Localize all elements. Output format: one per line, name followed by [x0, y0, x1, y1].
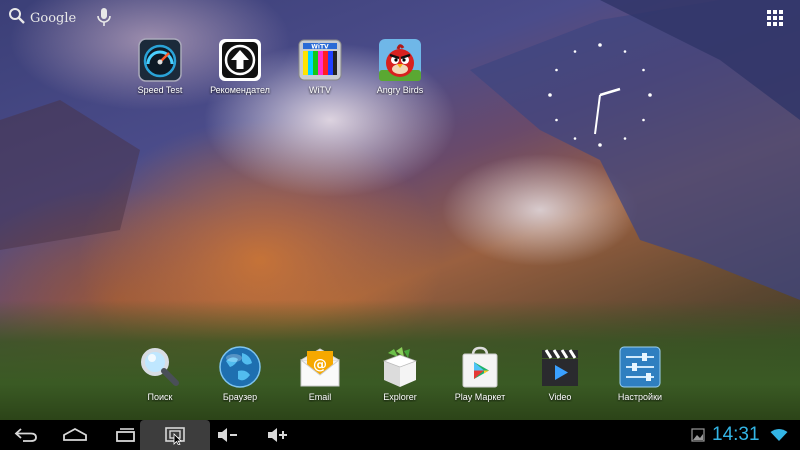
- video-clapper-icon: [538, 345, 582, 389]
- app-witv[interactable]: WiTV WiTV: [280, 38, 360, 95]
- app-play-market[interactable]: Play Маркет: [440, 345, 520, 402]
- back-button[interactable]: [6, 420, 46, 450]
- play-store-icon: [458, 345, 502, 389]
- back-arrow-icon: [14, 428, 37, 442]
- home-icon: [63, 427, 87, 441]
- status-clock[interactable]: 14:31: [712, 424, 760, 446]
- recent-apps-icon: [116, 428, 135, 442]
- svg-text:WiTV: WiTV: [311, 44, 329, 51]
- volume-down-icon: [218, 428, 237, 442]
- google-search-bar[interactable]: Google: [8, 6, 76, 30]
- globe-icon: [218, 345, 262, 389]
- recent-apps-button[interactable]: [105, 420, 145, 450]
- volume-up-icon: [268, 428, 287, 442]
- volume-up-button[interactable]: [262, 420, 292, 450]
- screenshot-icon: [165, 427, 185, 445]
- app-angry-birds[interactable]: Angry Birds: [360, 38, 440, 95]
- app-settings[interactable]: Настройки: [600, 345, 680, 402]
- app-browser[interactable]: Браузер: [200, 345, 280, 402]
- all-apps-grid-icon[interactable]: [767, 10, 785, 26]
- app-explorer[interactable]: Explorer: [360, 345, 440, 402]
- box-icon: [378, 345, 422, 389]
- tv-icon: WiTV: [298, 38, 342, 82]
- analog-clock-widget[interactable]: [545, 40, 655, 150]
- angry-bird-icon: [378, 38, 422, 82]
- screenshot-button[interactable]: [140, 420, 210, 450]
- email-icon: @: [298, 345, 342, 389]
- microphone-icon[interactable]: [96, 7, 112, 31]
- search-icon: [8, 7, 26, 29]
- app-speed-test[interactable]: Speed Test: [120, 38, 200, 95]
- volume-down-button[interactable]: [212, 420, 242, 450]
- clock-minute-hand: [594, 94, 601, 135]
- gallery-notification-icon[interactable]: [688, 420, 708, 450]
- clock-hour-hand: [599, 87, 621, 97]
- app-email[interactable]: @ Email: [280, 345, 360, 402]
- magnifier-icon: [138, 345, 182, 389]
- app-recommendations[interactable]: Рекомендател: [200, 38, 280, 95]
- speedometer-icon: [138, 38, 182, 82]
- system-navigation-bar: [0, 420, 800, 450]
- wifi-icon[interactable]: [767, 420, 791, 450]
- upload-arrow-icon: [218, 38, 262, 82]
- app-search[interactable]: Поиск: [120, 345, 200, 402]
- settings-sliders-icon: [618, 345, 662, 389]
- app-video[interactable]: Video: [520, 345, 600, 402]
- google-label: Google: [30, 10, 77, 26]
- home-button[interactable]: [55, 420, 95, 450]
